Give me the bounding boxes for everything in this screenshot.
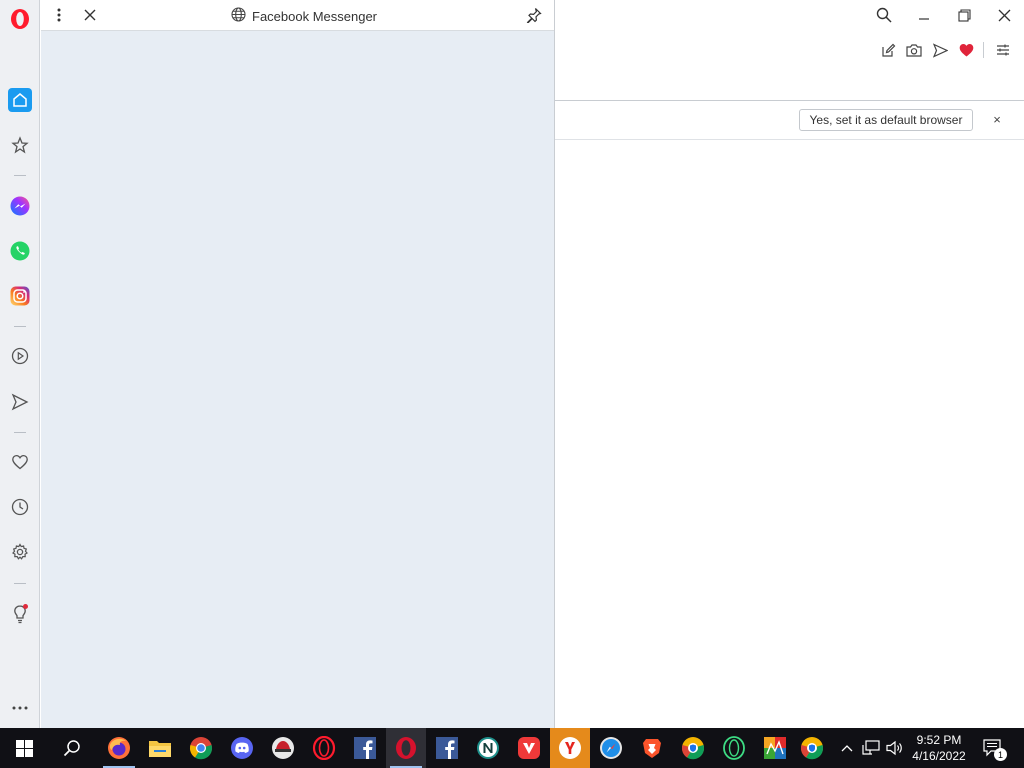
my-flow-heart-icon[interactable] bbox=[957, 41, 975, 59]
windows-taskbar: 9:52 PM 4/16/2022 1 bbox=[0, 728, 1024, 768]
sidebar-separator bbox=[14, 583, 26, 584]
sidebar-separator bbox=[14, 326, 26, 327]
easy-setup-sliders-icon[interactable] bbox=[994, 41, 1012, 59]
set-default-browser-button[interactable]: Yes, set it as default browser bbox=[799, 109, 973, 131]
instagram-icon[interactable] bbox=[8, 284, 32, 308]
volume-speaker-icon[interactable] bbox=[885, 738, 905, 758]
opera-taskbar-icon[interactable] bbox=[304, 728, 344, 768]
taskbar-clock[interactable]: 9:52 PM 4/16/2022 bbox=[906, 732, 972, 764]
panel-title: Facebook Messenger bbox=[231, 7, 377, 25]
chromium-shield-icon-2[interactable] bbox=[792, 728, 832, 768]
opera-gx-icon[interactable] bbox=[386, 728, 426, 768]
home-icon[interactable] bbox=[8, 88, 32, 112]
n-browser-icon[interactable] bbox=[468, 728, 508, 768]
discord-icon[interactable] bbox=[222, 728, 262, 768]
flow-send-toolbar-icon[interactable] bbox=[931, 41, 949, 59]
infobar-divider bbox=[555, 139, 1024, 140]
clock-time: 9:52 PM bbox=[916, 733, 962, 747]
messenger-icon[interactable] bbox=[8, 194, 32, 218]
opera-neon-icon[interactable] bbox=[714, 728, 754, 768]
file-explorer-icon[interactable] bbox=[140, 728, 180, 768]
facebook-icon[interactable] bbox=[345, 728, 385, 768]
my-heart-icon[interactable] bbox=[8, 450, 32, 474]
toolbar-divider bbox=[555, 100, 1024, 101]
snapshot-camera-icon[interactable] bbox=[905, 41, 923, 59]
firefox-icon[interactable] bbox=[99, 728, 139, 768]
lightbulb-tips-icon[interactable] bbox=[8, 602, 32, 626]
notification-count-badge: 1 bbox=[994, 748, 1007, 761]
bookmarks-star-icon[interactable] bbox=[8, 133, 32, 157]
avg-browser-icon[interactable] bbox=[755, 728, 795, 768]
yandex-icon[interactable] bbox=[550, 728, 590, 768]
vivaldi-icon[interactable] bbox=[509, 728, 549, 768]
history-clock-icon[interactable] bbox=[8, 495, 32, 519]
panel-menu-kebab-icon[interactable] bbox=[48, 4, 70, 26]
whatsapp-icon[interactable] bbox=[8, 239, 32, 263]
settings-gear-icon[interactable] bbox=[8, 540, 32, 564]
taskbar-search-icon[interactable] bbox=[52, 728, 92, 768]
show-hidden-icons-chevron-up-icon[interactable] bbox=[837, 738, 857, 758]
brave-icon[interactable] bbox=[632, 728, 672, 768]
search-tabs-icon[interactable] bbox=[864, 0, 904, 30]
sidebar-separator bbox=[14, 175, 26, 176]
chrome-icon[interactable] bbox=[181, 728, 221, 768]
clock-date: 4/16/2022 bbox=[912, 749, 966, 763]
messenger-panel: Facebook Messenger bbox=[41, 0, 555, 728]
app-red-hat-icon[interactable] bbox=[263, 728, 303, 768]
facebook-icon-2[interactable] bbox=[427, 728, 467, 768]
panel-header: Facebook Messenger bbox=[41, 0, 554, 31]
flow-send-icon[interactable] bbox=[8, 390, 32, 414]
toolbar-separator bbox=[983, 42, 984, 58]
player-play-icon[interactable] bbox=[8, 344, 32, 368]
opera-sidebar bbox=[0, 0, 40, 728]
panel-title-text: Facebook Messenger bbox=[252, 8, 378, 24]
sidebar-separator bbox=[14, 432, 26, 433]
easy-setup-edit-icon[interactable] bbox=[879, 41, 897, 59]
panel-close-icon[interactable] bbox=[79, 4, 101, 26]
action-center-notification-icon[interactable]: 1 bbox=[983, 738, 1007, 761]
network-icon[interactable] bbox=[861, 738, 881, 758]
globe-icon bbox=[231, 7, 246, 25]
windows-start-icon[interactable] bbox=[4, 728, 44, 768]
restore-icon[interactable] bbox=[944, 0, 984, 30]
chromium-shield-icon[interactable] bbox=[673, 728, 713, 768]
opera-logo-icon[interactable] bbox=[8, 7, 32, 31]
close-window-icon[interactable] bbox=[984, 0, 1024, 30]
safari-icon[interactable] bbox=[591, 728, 631, 768]
more-dots-icon[interactable] bbox=[8, 696, 32, 720]
minimize-icon[interactable] bbox=[904, 0, 944, 30]
infobar-close-button[interactable]: × bbox=[989, 111, 1005, 127]
pin-panel-icon[interactable] bbox=[523, 4, 545, 26]
